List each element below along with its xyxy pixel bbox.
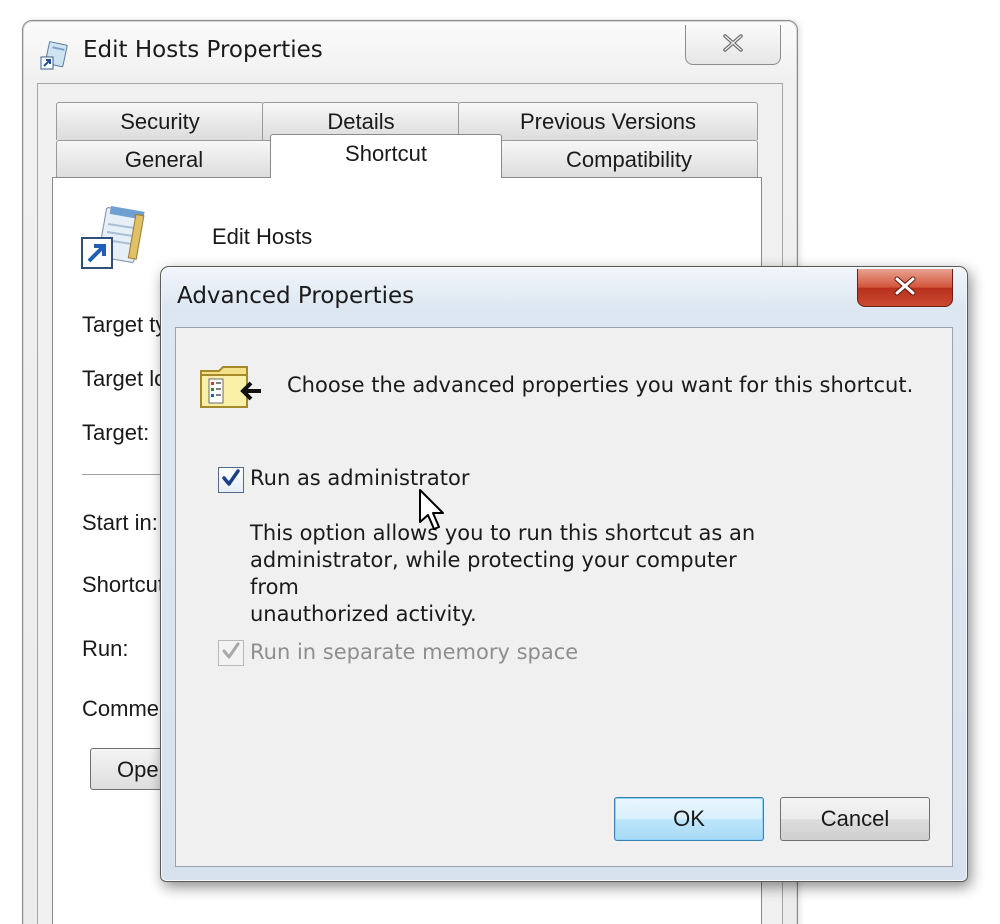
shortcut-name: Edit Hosts	[212, 224, 313, 249]
comment-label: Commen	[82, 696, 172, 721]
dialog-close-button[interactable]	[857, 269, 953, 307]
check-icon	[221, 641, 241, 665]
ok-button[interactable]: OK	[614, 797, 764, 841]
close-icon	[720, 33, 746, 57]
mouse-pointer-icon	[418, 488, 446, 532]
check-icon	[221, 468, 241, 492]
start-in-label: Start in:	[82, 510, 158, 535]
description-line: administrator, while protecting your com…	[250, 548, 737, 599]
description-line: unauthorized activity.	[250, 602, 477, 626]
separate-memory-label: Run in separate memory space	[250, 640, 579, 664]
tab-compatibility[interactable]: Compatibility	[500, 140, 758, 178]
tab-security[interactable]: Security	[56, 102, 264, 140]
run-label: Run:	[82, 636, 129, 661]
close-icon	[891, 275, 919, 301]
close-button[interactable]	[685, 25, 781, 65]
target-location-label: Target lo	[82, 366, 167, 391]
notepad-shortcut-icon	[80, 205, 146, 270]
tab-general[interactable]: General	[56, 140, 272, 178]
run-as-admin-description: This option allows you to run this short…	[250, 520, 790, 628]
separate-memory-checkbox	[218, 640, 244, 666]
target-label: Target:	[82, 420, 150, 445]
dialog-title: Advanced Properties	[177, 283, 415, 309]
folder-properties-icon	[199, 363, 265, 411]
shortcut-key-label: Shortcut	[82, 572, 164, 597]
run-as-admin-label[interactable]: Run as administrator	[250, 466, 469, 490]
target-type-label: Target ty	[82, 312, 167, 337]
tab-shortcut[interactable]: Shortcut	[270, 134, 502, 178]
shortcut-icon	[39, 39, 71, 71]
description-line: This option allows you to run this short…	[250, 521, 756, 545]
run-as-admin-checkbox[interactable]	[218, 467, 244, 493]
window-title: Edit Hosts Properties	[83, 37, 323, 63]
tab-previous-versions[interactable]: Previous Versions	[458, 102, 758, 140]
cancel-button[interactable]: Cancel	[780, 797, 930, 841]
dialog-heading: Choose the advanced properties you want …	[287, 373, 914, 397]
